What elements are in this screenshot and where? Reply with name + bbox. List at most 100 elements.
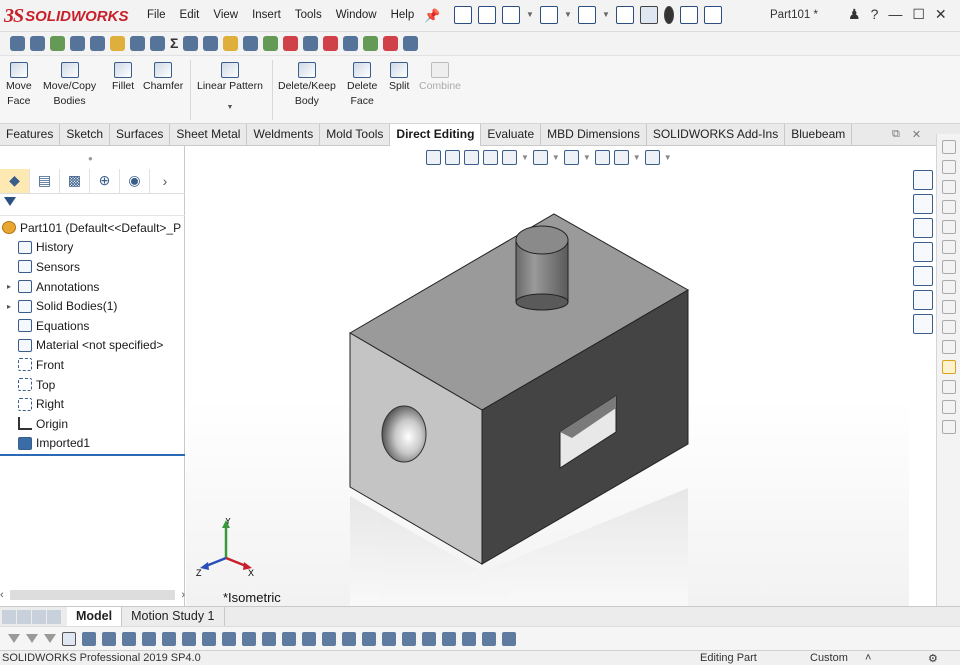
expand-arrow-icon[interactable]: ▸ — [0, 302, 18, 311]
filter-axes-icon[interactable] — [182, 631, 196, 646]
select-pointer-icon[interactable] — [62, 631, 76, 646]
section-icon[interactable] — [130, 36, 145, 51]
tab-sheet-metal[interactable]: Sheet Metal — [170, 124, 248, 146]
snapshot-icon[interactable] — [263, 36, 279, 51]
tree-item-top-plane[interactable]: Top — [0, 375, 185, 395]
options-gear-icon[interactable] — [704, 6, 722, 24]
verify-icon[interactable] — [363, 36, 379, 51]
solidworks-forum-icon[interactable] — [913, 314, 933, 334]
property-manager-tab-icon[interactable]: ▤ — [30, 168, 60, 193]
file-explorer-icon[interactable] — [913, 218, 933, 238]
linear-pattern-dropdown-icon[interactable]: ▼ — [227, 100, 234, 115]
move-face-button[interactable]: Move Face — [6, 62, 32, 109]
tree-root[interactable]: Part101 (Default<<Default>_P — [0, 218, 185, 238]
filter-faces-icon[interactable] — [122, 631, 136, 646]
new-document-icon[interactable] — [478, 6, 496, 24]
menu-help[interactable]: Help — [384, 9, 422, 21]
menu-insert[interactable]: Insert — [245, 9, 288, 21]
filter-cosmetic-thread-icon[interactable] — [422, 631, 436, 646]
tab-mold-tools[interactable]: Mold Tools — [320, 124, 391, 146]
maximize-icon[interactable]: ☐ — [912, 6, 925, 23]
pin-menu-icon[interactable]: 📌 — [424, 8, 440, 24]
filter-surface-finish-icon[interactable] — [382, 631, 396, 646]
task-pane-resources-icon[interactable] — [941, 140, 956, 154]
fillet-button[interactable]: Fillet — [112, 62, 134, 94]
file-properties-icon[interactable] — [680, 6, 698, 24]
stop-icon[interactable] — [323, 36, 339, 51]
tab-surfaces[interactable]: Surfaces — [110, 124, 171, 146]
prev-tab-icon[interactable] — [17, 609, 31, 624]
display-manager-tab-icon[interactable]: ◉ — [120, 168, 150, 193]
filter-blocks-icon[interactable] — [442, 631, 456, 646]
task-pane-line-icon[interactable] — [941, 300, 956, 314]
configuration-manager-tab-icon[interactable]: ▩ — [60, 168, 90, 193]
panel-grip-icon[interactable]: ● — [88, 154, 93, 163]
dimxpert-tab-icon[interactable]: ⊕ — [90, 168, 120, 193]
move-copy-bodies-button[interactable]: Move/Copy Bodies — [43, 62, 96, 109]
tree-item-front-plane[interactable]: Front — [0, 355, 185, 375]
filter-dimensions-icon[interactable] — [302, 631, 316, 646]
zoom-icon[interactable] — [30, 36, 45, 51]
filter-mid-planes-icon[interactable] — [502, 631, 516, 646]
account-icon[interactable]: ♟ — [848, 6, 861, 23]
filter-notes-icon[interactable] — [322, 631, 336, 646]
filter-vertices-icon[interactable] — [82, 631, 96, 646]
save-icon[interactable] — [540, 6, 558, 24]
open-dropdown-icon[interactable]: ▼ — [526, 6, 534, 24]
delete-face-button[interactable]: Delete Face — [347, 62, 377, 109]
menu-window[interactable]: Window — [329, 9, 384, 21]
next-tab-icon[interactable] — [32, 609, 46, 624]
lighting-icon[interactable] — [223, 36, 239, 51]
tab-motion-study-1[interactable]: Motion Study 1 — [122, 607, 225, 626]
custom-properties-icon[interactable] — [913, 290, 933, 310]
float-panel-icon[interactable]: ⧉ — [892, 128, 900, 141]
compare-icon[interactable] — [343, 36, 359, 51]
filter-center-marks-icon[interactable] — [282, 631, 296, 646]
tab-direct-editing[interactable]: Direct Editing — [390, 124, 482, 146]
print-dropdown-icon[interactable]: ▼ — [602, 6, 610, 24]
feature-manager-tab-icon[interactable]: ◆ — [0, 168, 30, 193]
tab-weldments[interactable]: Weldments — [247, 124, 321, 146]
chamfer-button[interactable]: Chamfer — [143, 62, 183, 94]
undo-icon[interactable] — [616, 6, 634, 24]
filter-solid-bodies-icon[interactable] — [162, 631, 176, 646]
menu-tools[interactable]: Tools — [288, 9, 329, 21]
task-pane-appearances-icon[interactable] — [941, 220, 956, 234]
tree-filter[interactable] — [0, 194, 185, 216]
task-pane-explorer-icon[interactable] — [941, 180, 956, 194]
filter-sketch-points-icon[interactable] — [222, 631, 236, 646]
save-dropdown-icon[interactable]: ▼ — [564, 6, 572, 24]
tree-item-equations[interactable]: Equations — [0, 316, 185, 336]
toggle-filter-icon[interactable] — [8, 634, 20, 643]
task-pane-origin-icon[interactable] — [941, 380, 956, 394]
filter-planes-icon[interactable] — [202, 631, 216, 646]
solidworks-logo[interactable]: 3S SOLIDWORKS — [4, 4, 128, 28]
record-icon[interactable] — [383, 36, 399, 51]
last-tab-icon[interactable] — [47, 609, 61, 624]
tree-item-annotations[interactable]: ▸ Annotations — [0, 277, 185, 297]
filter-surface-bodies-icon[interactable] — [142, 631, 156, 646]
spell-check-icon[interactable] — [10, 36, 25, 51]
task-pane-properties-icon[interactable] — [941, 240, 956, 254]
task-pane-dimension-icon[interactable] — [941, 320, 956, 334]
task-pane-misc-icon[interactable] — [941, 420, 956, 434]
combine-button[interactable]: Combine — [419, 62, 461, 94]
import-diagnostics-icon[interactable] — [283, 36, 299, 51]
design-library-icon[interactable] — [913, 242, 933, 262]
status-info-icon[interactable]: ⚙ — [928, 652, 938, 665]
tree-horizontal-scrollbar[interactable]: ‹ › — [0, 587, 185, 603]
open-icon[interactable] — [502, 6, 520, 24]
clear-filters-icon[interactable] — [26, 634, 38, 643]
scroll-left-icon[interactable]: ‹ — [0, 589, 4, 601]
appearances-icon[interactable] — [913, 266, 933, 286]
tree-item-origin[interactable]: Origin — [0, 414, 185, 434]
sketch-icon[interactable] — [70, 36, 85, 51]
tab-features[interactable]: Features — [0, 124, 61, 146]
tab-mbd-dimensions[interactable]: MBD Dimensions — [541, 124, 647, 146]
feature-icon[interactable] — [50, 36, 65, 51]
filter-connection-points-icon[interactable] — [462, 631, 476, 646]
close-panel-icon[interactable]: ✕ — [912, 128, 921, 141]
rebuild-icon[interactable] — [664, 6, 674, 24]
shaded-icon[interactable] — [150, 36, 165, 51]
tree-item-material[interactable]: Material <not specified> — [0, 336, 185, 356]
